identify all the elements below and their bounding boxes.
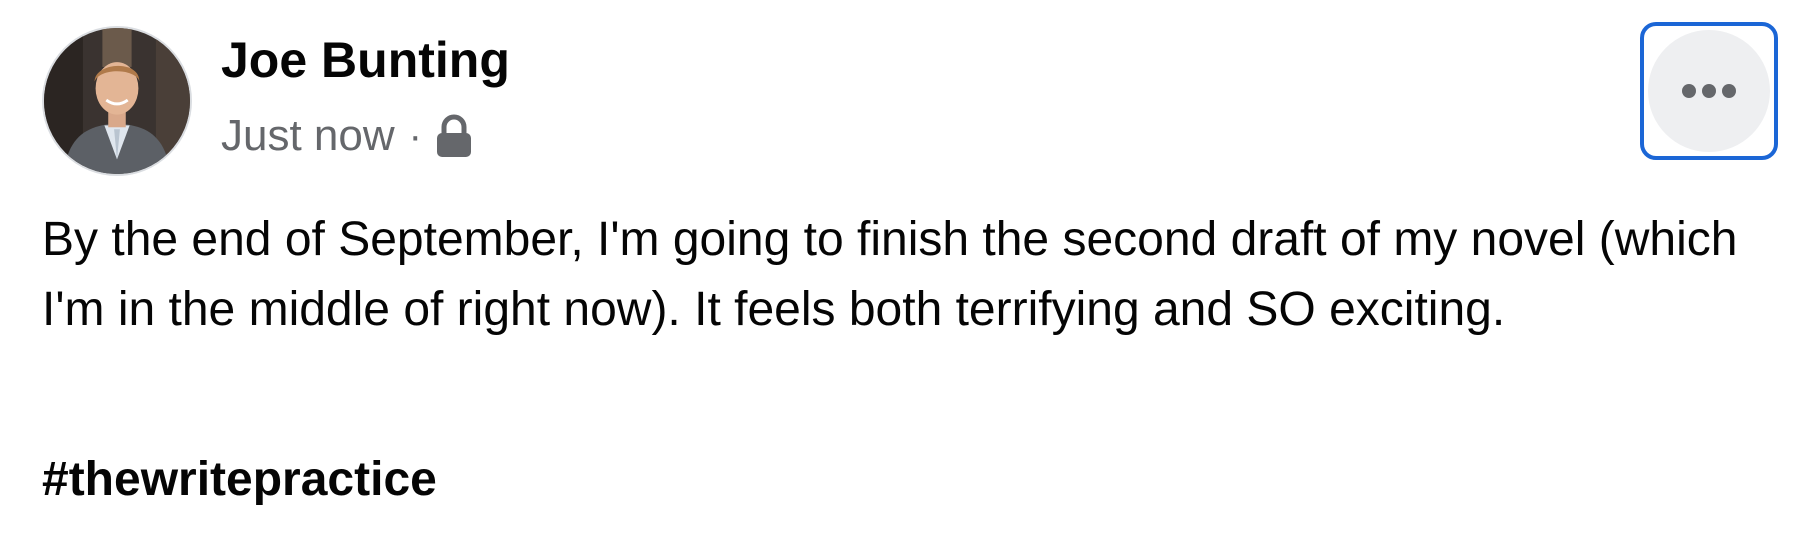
post-card: Joe Bunting Just now · By the end of Sep… — [0, 0, 1804, 540]
post-meta: Just now · — [221, 108, 474, 164]
timestamp[interactable]: Just now — [221, 111, 395, 161]
lock-icon[interactable] — [434, 112, 474, 160]
more-options-button[interactable] — [1640, 22, 1778, 160]
hashtag-link[interactable]: #thewritepractice — [42, 448, 437, 512]
author-name[interactable]: Joe Bunting — [221, 30, 510, 90]
more-options-icon — [1648, 30, 1770, 152]
meta-separator: · — [408, 113, 422, 158]
avatar[interactable] — [42, 26, 192, 176]
avatar-image — [44, 28, 190, 174]
post-body-text: By the end of September, I'm going to fi… — [42, 213, 1738, 336]
